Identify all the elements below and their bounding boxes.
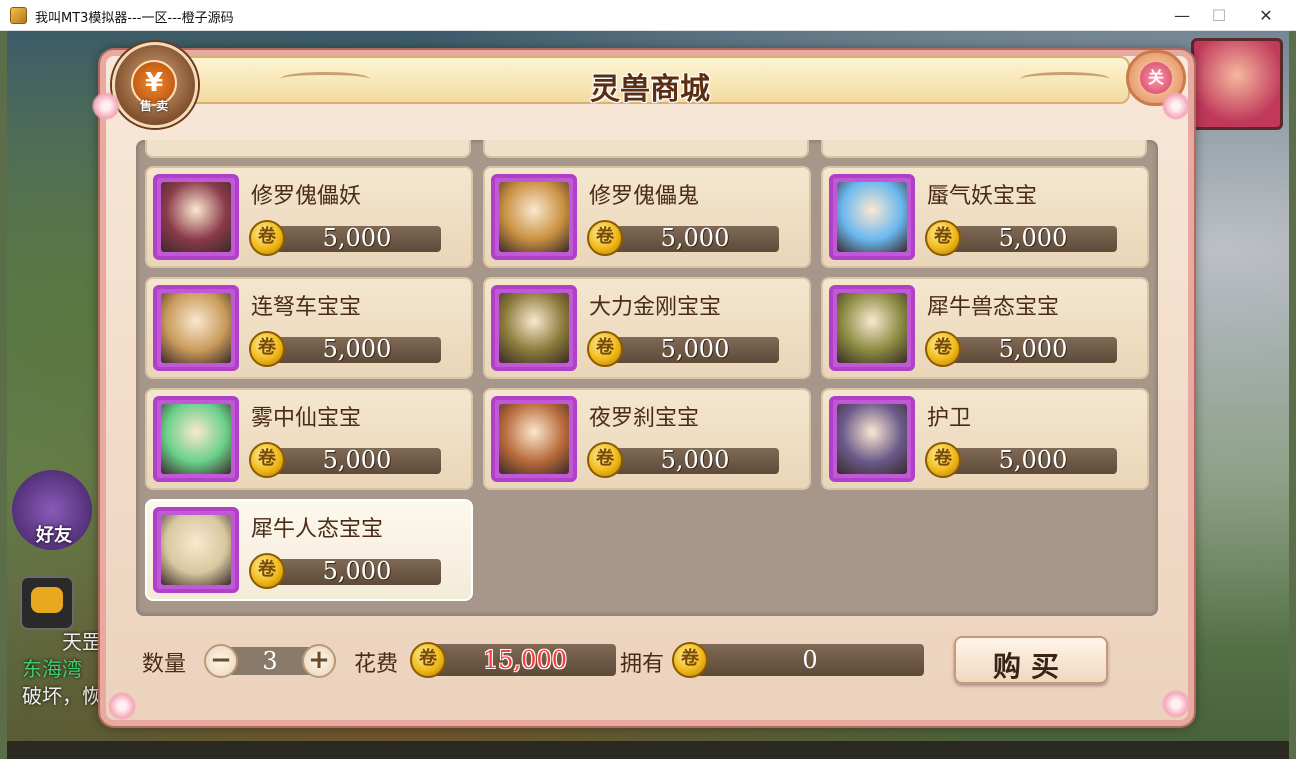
pet-name: 修罗傀儡鬼 — [589, 184, 700, 209]
pet-price: 5,000 — [660, 335, 730, 363]
pet-name: 连弩车宝宝 — [251, 295, 362, 320]
coin-icon: 卷 — [587, 331, 623, 367]
quantity-label: 数量 — [142, 652, 187, 677]
window-titlebar: 我叫MT3模拟器---一区---橙子源码 — ☐ ✕ — [0, 0, 1296, 31]
maximize-button[interactable]: ☐ — [1196, 0, 1242, 31]
pet-portrait — [153, 396, 239, 482]
quantity-value: 3 — [262, 647, 278, 675]
blue-spirit-icon — [837, 182, 907, 252]
flower-icon — [92, 92, 120, 120]
rhino-human-icon — [161, 515, 231, 585]
gold-strongman-icon — [499, 293, 569, 363]
chat-text: 破坏，恢 — [22, 684, 102, 708]
coin-icon: 卷 — [249, 553, 285, 589]
pet-name: 护卫 — [927, 406, 972, 431]
coin-icon: 卷 — [925, 442, 961, 478]
cost-label: 花费 — [354, 652, 399, 677]
pet-card[interactable]: 修罗傀儡鬼卷 5,000 — [483, 166, 811, 268]
partial-card — [821, 140, 1147, 158]
pet-portrait — [153, 507, 239, 593]
demon-woman-icon — [161, 182, 231, 252]
ornament-right — [1020, 72, 1110, 86]
pet-card[interactable]: 修罗傀儡妖卷 5,000 — [145, 166, 473, 268]
pet-portrait — [491, 396, 577, 482]
pet-card[interactable]: 护卫卷 5,000 — [821, 388, 1149, 490]
increase-button[interactable]: + — [302, 644, 336, 678]
partial-card — [145, 140, 471, 158]
flower-icon — [108, 692, 136, 720]
coin-icon: 卷 — [587, 442, 623, 478]
wooden-golem-icon — [161, 293, 231, 363]
close-icon: 关 — [1140, 62, 1172, 94]
pet-price: 5,000 — [322, 335, 392, 363]
pet-card[interactable]: 夜罗刹宝宝卷 5,000 — [483, 388, 811, 490]
buy-button[interactable]: 购买 — [954, 636, 1108, 684]
pet-portrait — [829, 285, 915, 371]
sell-label: 售 卖 — [139, 99, 169, 113]
pet-card[interactable]: 雾中仙宝宝卷 5,000 — [145, 388, 473, 490]
coin-icon: 卷 — [925, 331, 961, 367]
pet-portrait — [491, 174, 577, 260]
pet-name: 修罗傀儡妖 — [251, 184, 362, 209]
decrease-button[interactable]: − — [204, 644, 238, 678]
pet-price: 5,000 — [998, 335, 1068, 363]
pet-name: 蜃气妖宝宝 — [927, 184, 1038, 209]
pet-price: 5,000 — [660, 224, 730, 252]
window-title: 我叫MT3模拟器---一区---橙子源码 — [35, 11, 234, 26]
pet-price: 5,000 — [322, 446, 392, 474]
guard-icon — [837, 404, 907, 474]
pet-price: 5,000 — [660, 446, 730, 474]
player-avatar[interactable] — [1191, 38, 1283, 130]
purple-rakshasa-icon — [499, 404, 569, 474]
chat-text: 东海湾 — [22, 657, 82, 681]
pet-name: 大力金刚宝宝 — [589, 295, 722, 320]
pet-portrait — [829, 396, 915, 482]
cost-value: 15,000 — [483, 646, 567, 674]
rhino-beast-icon — [837, 293, 907, 363]
coin-icon: 卷 — [249, 331, 285, 367]
pet-portrait — [491, 285, 577, 371]
coin-icon: 卷 — [410, 642, 446, 678]
pet-portrait — [153, 174, 239, 260]
pet-card[interactable]: 连弩车宝宝卷 5,000 — [145, 277, 473, 379]
coin-icon: 卷 — [249, 442, 285, 478]
pet-price: 5,000 — [322, 557, 392, 585]
friend-label: 好友 — [36, 525, 72, 546]
pet-card[interactable]: 大力金刚宝宝卷 5,000 — [483, 277, 811, 379]
app-icon — [10, 7, 27, 24]
pet-card[interactable]: 蜃气妖宝宝卷 5,000 — [821, 166, 1149, 268]
green-fairy-icon — [161, 404, 231, 474]
owned-value: 0 — [802, 646, 818, 674]
pet-portrait — [829, 174, 915, 260]
pet-card[interactable]: 犀牛兽态宝宝卷 5,000 — [821, 277, 1149, 379]
golden-warrior-icon — [499, 182, 569, 252]
ornament-left — [280, 72, 370, 86]
owned-label: 拥有 — [620, 652, 665, 677]
pet-name: 夜罗刹宝宝 — [589, 406, 700, 431]
pet-name: 犀牛人态宝宝 — [251, 517, 384, 542]
pet-price: 5,000 — [322, 224, 392, 252]
shop-title: 灵兽商城 — [590, 72, 710, 107]
coin-icon: 卷 — [925, 220, 961, 256]
flower-icon — [1162, 92, 1190, 120]
pet-name: 雾中仙宝宝 — [251, 406, 362, 431]
pet-name: 犀牛兽态宝宝 — [927, 295, 1060, 320]
coin-icon: 卷 — [672, 642, 708, 678]
pet-card[interactable]: 犀牛人态宝宝卷 5,000 — [145, 499, 473, 601]
partial-card — [483, 140, 809, 158]
flower-icon — [1162, 690, 1190, 718]
buy-label: 购买 — [992, 650, 1069, 683]
chat-text: 天罡 — [62, 630, 102, 654]
coin-icon: 卷 — [249, 220, 285, 256]
chat-icon — [31, 587, 63, 613]
coin-icon: 卷 — [587, 220, 623, 256]
bottom-bar — [7, 741, 1289, 759]
pet-price: 5,000 — [998, 446, 1068, 474]
close-window-button[interactable]: ✕ — [1243, 0, 1289, 31]
pet-price: 5,000 — [998, 224, 1068, 252]
pet-portrait — [153, 285, 239, 371]
